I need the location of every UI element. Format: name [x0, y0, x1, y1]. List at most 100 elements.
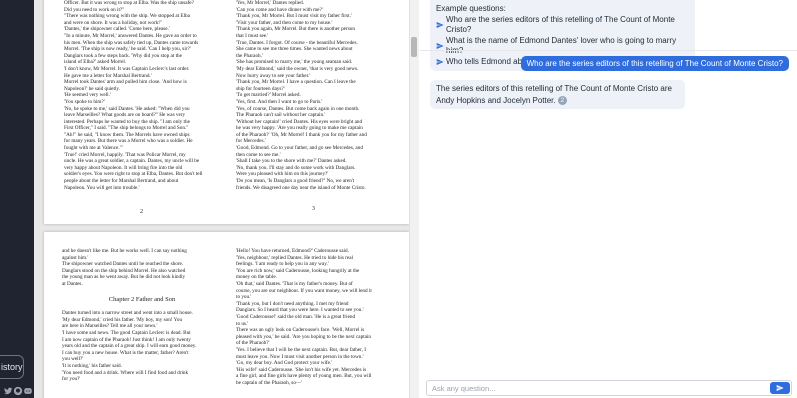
text-line: She came to see me three times. She want… — [236, 46, 353, 53]
divider — [420, 50, 797, 51]
page-number: 3 — [312, 206, 315, 212]
document-page: Officer. But it was wrong to stop at Elb… — [44, 0, 409, 224]
chapter-title: Chapter 2 Father and Son — [108, 295, 176, 303]
example-question-text: Who are the series editors of this retel… — [446, 14, 675, 35]
text-line: 'He seemed very well.' — [64, 92, 111, 99]
text-line: pleased with you,' he said. 'Are you hop… — [236, 333, 371, 340]
assistant-message-text: The series editors of this retelling of … — [436, 84, 672, 105]
text-line: 'You are rich now,' said Caderousse, loo… — [236, 267, 360, 274]
text-line: 'Dantes,' the shipowner called. 'Come he… — [64, 26, 170, 33]
text-line: fought with me at Valence."' — [64, 145, 123, 152]
text-line: against him.' — [62, 254, 89, 261]
text-line: for you?' — [62, 376, 81, 383]
send-button[interactable] — [770, 382, 790, 394]
text-line: uncle. He was a great soldier, a captain… — [64, 158, 200, 165]
text-line: Now hurry away to see your father.' — [236, 72, 311, 79]
text-line: 'Good Caderousse!' said the old man. 'He… — [236, 313, 356, 320]
text-line: money on the table. — [236, 274, 277, 281]
text-line: "There was nothing wrong with the ship. … — [64, 13, 190, 20]
text-line: 'True!' cried Morrel, happily. 'That was… — [64, 151, 186, 158]
text-line: 'I don't know, Mr Morrel. It was Captain… — [64, 65, 190, 72]
text-line: Did you need to work on it?" — [64, 6, 125, 13]
twitter-icon[interactable] — [3, 386, 13, 396]
text-line: 'Yes. I believe that I will be the next … — [236, 346, 366, 353]
text-line: The shipowner watched Dantes until he re… — [62, 261, 184, 268]
example-questions-heading: Example questions: — [436, 4, 506, 13]
text-line: 'My dear Edmond,' said the owner, 'that … — [236, 65, 359, 72]
page-text-right-column: 'Hello! You have returned, Edmond?' Cade… — [236, 248, 396, 386]
text-line: 'Can you come and have dinner with me?' — [236, 6, 323, 13]
text-line: that I must see.' — [236, 32, 269, 39]
text-line: feelings. 'I am ready to help you in any… — [236, 261, 329, 268]
send-icon — [436, 43, 444, 49]
example-question[interactable]: Who are the series editors of this retel… — [436, 15, 689, 36]
text-line: 'Visit your father, and then come to my … — [236, 19, 333, 26]
page-text-left-column: Officer. But it was wrong to stop at Elb… — [64, 0, 222, 191]
text-line: 'Hello! You have returned, Edmond?' Cade… — [236, 248, 349, 254]
text-line: 'Thank you again, Mr Morrel. But there i… — [236, 26, 355, 33]
text-line: I can buy you a new house. What is the m… — [62, 349, 189, 356]
github-icon[interactable] — [13, 386, 23, 396]
text-line: then come to see me.' — [236, 151, 281, 158]
text-line: very happy about Napoleon. It will bring… — [64, 164, 183, 171]
text-line: "In a minute, Mr Morrel,' answered Dante… — [64, 32, 197, 39]
viewer-scrollbar-thumb[interactable] — [411, 37, 417, 57]
example-question-text: What is the name of Edmond Dantes' lover… — [446, 35, 677, 56]
text-line: 'I have some sad news. The good Captain … — [62, 329, 191, 336]
document-viewer[interactable]: Officer. But it was wrong to stop at Elb… — [34, 0, 419, 398]
text-line: 'Thank you, but I don't need anything. I… — [236, 300, 349, 307]
question-input[interactable] — [427, 381, 767, 395]
text-line: 'Yes, of course, Dantes. But come back a… — [236, 105, 360, 112]
text-line: The Pharaoh can't sail without her capta… — [236, 112, 326, 119]
text-line: Napoleon. You will get into trouble.' — [64, 184, 140, 191]
text-line: Danglars took a few steps back. 'Why did… — [64, 52, 182, 59]
text-line: his men. When the ship was safely tied u… — [64, 39, 199, 46]
text-line: you well?' — [62, 356, 84, 363]
viewer-scrollbar[interactable] — [409, 0, 419, 398]
text-line: 'Yes, Mr Morrel,' Dantes replied. — [236, 0, 305, 6]
document-page: and he doesn't like me. But he works wel… — [44, 232, 409, 398]
text-line: must leave you. Now I must visit another… — [236, 353, 364, 360]
history-button[interactable]: istory — [0, 355, 24, 379]
text-line: 'Shall I take you to the shore with me?'… — [236, 158, 347, 165]
text-line: 'To get married?' Morrel asked. — [236, 92, 301, 99]
text-line: Were you pleased with him on this journe… — [236, 171, 329, 178]
text-line: 'Without her captain!' cried Dantes. His… — [236, 118, 363, 125]
question-input-box — [426, 380, 792, 396]
text-line: he was very happy. 'Are you really going… — [236, 125, 363, 132]
page-text-left-column: and he doesn't like me. But he works wel… — [62, 248, 222, 383]
user-message: Who are the series editors of this retel… — [520, 56, 789, 71]
text-line: be captain of the Pharaoh, so—' — [236, 379, 303, 386]
citation-badge[interactable]: 2 — [557, 95, 567, 105]
text-line: for many years. But there was a Morrel w… — [64, 138, 193, 145]
text-line: 'His wife!' said Caderousse. 'She isn't … — [236, 366, 367, 373]
text-line: 'True, Dantes. I forgot. Of course - the… — [236, 39, 358, 46]
text-line: course, you are our neighbour. If you wa… — [236, 287, 372, 294]
text-line: and were on shore. It was a holiday, not… — [64, 19, 163, 26]
send-icon — [436, 22, 444, 28]
app-sidebar: istory — [0, 0, 34, 398]
text-line: are here in Marseilles? Tell me all your… — [62, 323, 158, 330]
text-line: 'It is nothing,' his father said. — [62, 362, 122, 369]
text-line: Danglars. So I heard that you were here.… — [236, 307, 364, 314]
text-line: to us.' — [236, 320, 249, 327]
text-line: leave Marseilles? What goods are on boar… — [64, 112, 186, 119]
text-line: 'She has promised to marry me,' the youn… — [236, 59, 353, 66]
text-line: 'You need food and a drink. Where will I… — [62, 369, 189, 376]
page-number: 2 — [140, 209, 143, 215]
page-text-right-column: 'Yes, Mr Morrel,' Dantes replied. 'Can yo… — [236, 0, 394, 191]
text-line: of the Pharaoh?' — [236, 340, 270, 347]
text-line: ship for fourteen days?' — [236, 85, 285, 92]
text-line: Napoleon?' he said quietly. — [64, 85, 120, 92]
example-question[interactable]: What is the name of Edmond Dantes' lover… — [436, 36, 689, 57]
discord-icon[interactable] — [23, 386, 33, 396]
send-icon — [776, 385, 784, 391]
text-line: at Dantes. — [62, 280, 83, 287]
text-line: friends. We disagreed one day near the i… — [236, 184, 366, 191]
text-line: and he doesn't like me. But he works wel… — [62, 248, 187, 254]
text-line: 'Good, Edmond. Go to your father, and go… — [236, 145, 363, 152]
text-line: 'Do you mean, 'Is Danglars a good friend… — [236, 178, 355, 185]
text-line: 'No, he spoke to me,' said Dantes. 'He a… — [64, 105, 190, 112]
chat-panel: Example questions: Who are the series ed… — [420, 0, 797, 398]
text-line: interested. Perhaps he wanted to buy the… — [64, 118, 190, 125]
